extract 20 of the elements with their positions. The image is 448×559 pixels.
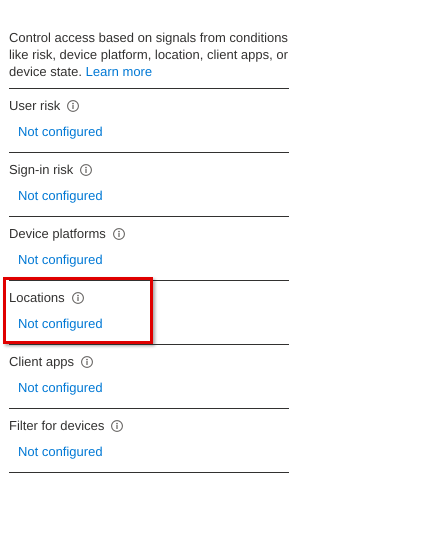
condition-value-link[interactable]: Not configured [18,187,103,204]
info-icon[interactable] [111,420,124,432]
condition-label: User risk [9,97,60,114]
condition-value-link[interactable]: Not configured [18,315,103,332]
info-icon[interactable] [80,164,92,176]
info-icon[interactable] [72,292,84,304]
condition-label: Locations [9,289,65,306]
info-icon[interactable] [67,100,80,112]
info-icon[interactable] [81,356,94,368]
condition-value-link[interactable]: Not configured [18,123,103,140]
condition-value-link[interactable]: Not configured [18,379,103,396]
info-icon[interactable] [112,228,125,240]
condition-value-link[interactable]: Not configured [18,443,103,460]
condition-label: Sign-in risk [9,161,74,178]
condition-value-link[interactable]: Not configured [18,251,103,268]
learn-more-link[interactable]: Learn more [86,64,152,79]
description-text: Control access based on signals from conditions like risk, device platform, location, client apps, or device state. Learn more [9,29,289,80]
condition-label: Filter for devices [9,417,104,434]
condition-label: Client apps [9,353,74,370]
condition-label: Device platforms [9,225,106,242]
